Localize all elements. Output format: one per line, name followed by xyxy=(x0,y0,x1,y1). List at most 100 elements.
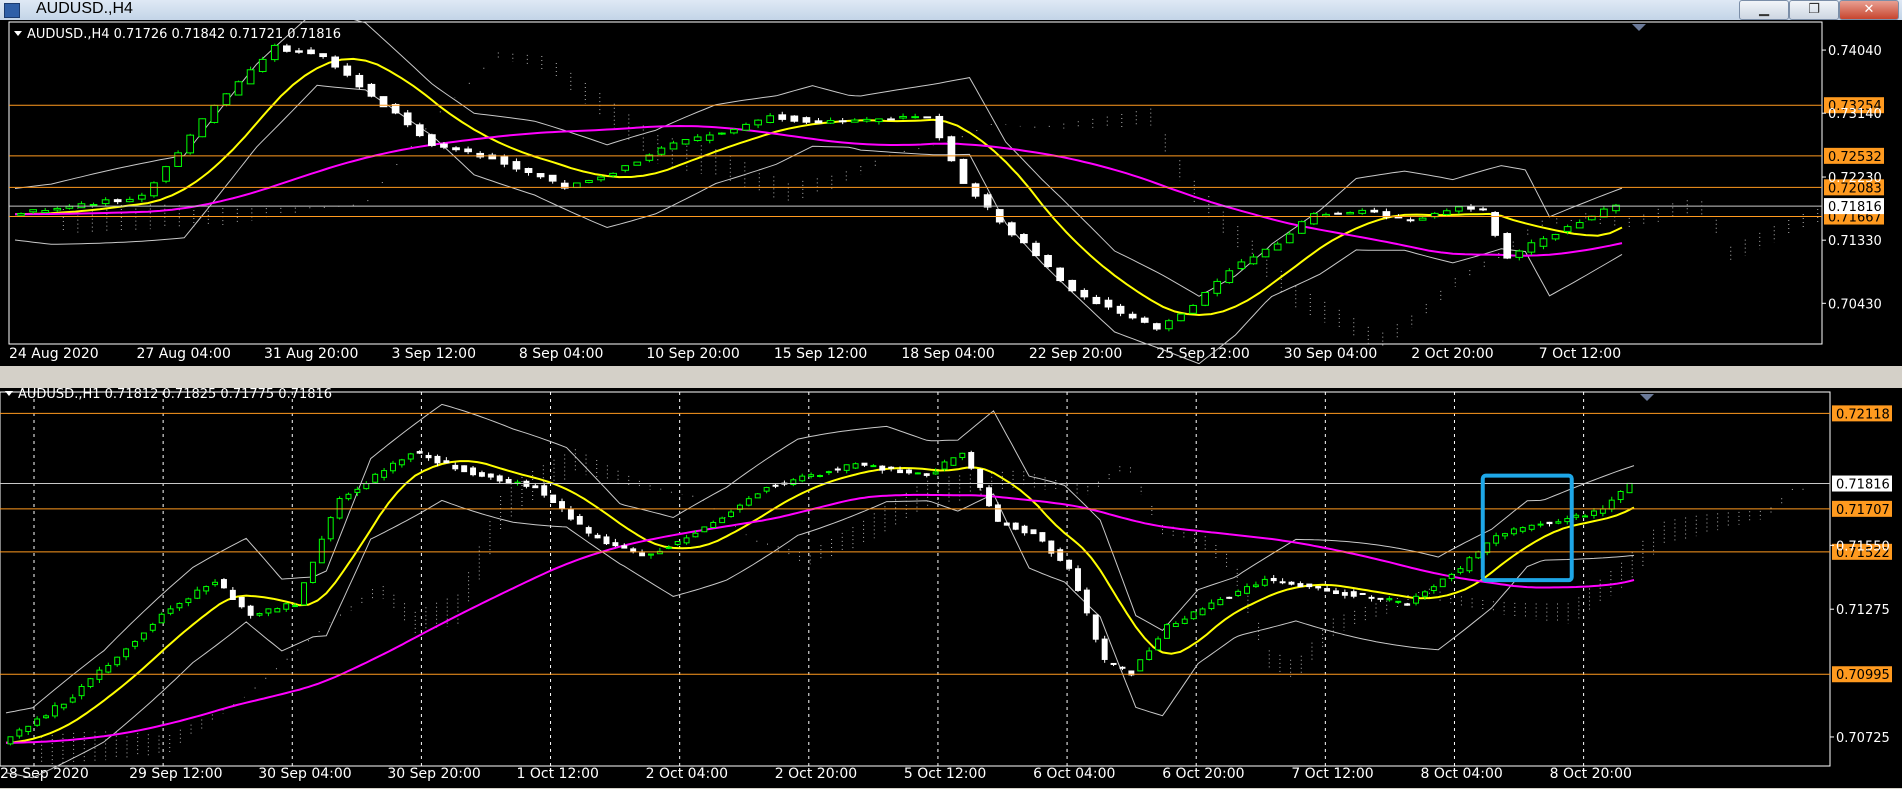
candle-body xyxy=(1484,542,1491,554)
candle-body xyxy=(1626,482,1633,494)
candle-body xyxy=(229,589,236,600)
candle-body xyxy=(186,134,195,154)
candle-body xyxy=(1208,602,1215,610)
candle-body xyxy=(1418,217,1427,221)
candle-body xyxy=(222,93,231,106)
window-titlebar: AUDUSD.,H4 ▁ ❐ ✕ xyxy=(0,0,1902,20)
candle-body xyxy=(234,81,243,96)
candle-body xyxy=(633,161,642,166)
candle-body xyxy=(318,538,325,564)
level-label: 0.72118 xyxy=(1836,407,1890,422)
candle-body xyxy=(78,685,85,697)
candle-body xyxy=(585,527,592,534)
candle-body xyxy=(1564,518,1571,523)
candle-body xyxy=(950,457,957,466)
candle-body xyxy=(1346,211,1354,215)
candle-body xyxy=(1057,549,1064,561)
candle-body xyxy=(1306,583,1313,588)
x-axis-label: 30 Sep 20:00 xyxy=(387,766,480,782)
candle-body xyxy=(1172,623,1179,627)
chart-pane-h4: 24 Aug 2020 27 Aug 04:00 31 Aug 20:00 3 Sep… xyxy=(0,20,1902,366)
candle-body xyxy=(220,579,227,589)
candle-body xyxy=(1519,527,1526,532)
candle-body xyxy=(140,632,147,640)
candle-body xyxy=(1244,586,1250,594)
candle-body xyxy=(65,205,74,209)
candle-body xyxy=(403,112,412,126)
candle-body xyxy=(923,473,930,476)
candle-body xyxy=(1439,578,1446,588)
candle-body xyxy=(327,517,334,540)
candle-body xyxy=(674,540,681,545)
current-price-label: 0.71816 xyxy=(1828,200,1882,215)
candle-body xyxy=(1110,662,1117,665)
candle-body xyxy=(728,511,735,518)
candle-body xyxy=(464,148,472,153)
candle-body xyxy=(25,725,32,733)
candle-body xyxy=(425,454,432,459)
chart-area[interactable]: 24 Aug 2020 27 Aug 04:00 31 Aug 20:00 3 Sep… xyxy=(0,20,1902,789)
candle-body xyxy=(1177,313,1185,322)
candle-body xyxy=(1075,568,1081,591)
candle-body xyxy=(621,165,630,171)
candle-body xyxy=(43,715,49,719)
candle-body xyxy=(1527,242,1536,253)
candle-body xyxy=(132,641,138,647)
candle-body xyxy=(1455,206,1463,212)
candle-body xyxy=(381,470,388,478)
x-axis-label: 5 Oct 12:00 xyxy=(904,766,986,782)
candle-body xyxy=(814,120,823,124)
candle-body xyxy=(693,136,702,142)
candle-body xyxy=(995,209,1004,223)
candle-body xyxy=(51,705,58,717)
candle-body xyxy=(986,487,992,507)
candle-body xyxy=(212,581,219,586)
candle-body xyxy=(1155,638,1162,651)
candle-body xyxy=(567,509,574,520)
candle-body xyxy=(476,152,485,158)
candle-body xyxy=(710,521,717,528)
candle-body xyxy=(1600,208,1608,218)
candle-body xyxy=(959,158,968,184)
pane-background xyxy=(0,20,1902,366)
candle-body xyxy=(256,613,263,616)
candle-body xyxy=(1421,591,1428,597)
chart-header-label: AUDUSD.,H1 0.71812 0.71825 0.71775 0.718… xyxy=(18,387,332,402)
candle-body xyxy=(536,173,545,178)
close-button[interactable]: ✕ xyxy=(1839,0,1899,20)
candle-body xyxy=(96,669,103,680)
candle-body xyxy=(114,656,121,666)
candle-body xyxy=(879,465,886,471)
candle-body xyxy=(500,156,509,165)
maximize-button[interactable]: ❐ xyxy=(1789,0,1839,20)
candle-body xyxy=(1350,591,1357,597)
candle-body xyxy=(292,605,299,608)
candle-body xyxy=(1261,248,1270,258)
candle-body xyxy=(1104,299,1113,308)
minimize-button[interactable]: ▁ xyxy=(1739,0,1789,20)
candle-body xyxy=(53,207,62,211)
candle-body xyxy=(428,134,436,146)
candle-body xyxy=(850,119,859,123)
candle-body xyxy=(391,103,400,114)
candle-body xyxy=(1190,611,1197,620)
candle-body xyxy=(941,461,948,470)
candle-body xyxy=(692,532,699,538)
x-axis-label: 31 Aug 20:00 xyxy=(264,346,358,362)
x-axis-label: 3 Sep 12:00 xyxy=(391,346,476,362)
candle-body xyxy=(621,545,628,549)
candle-body xyxy=(440,143,448,148)
candle-body xyxy=(887,118,895,121)
candle-body xyxy=(914,472,921,475)
candle-body xyxy=(825,471,832,474)
x-axis-label: 7 Oct 12:00 xyxy=(1291,766,1373,782)
candle-body xyxy=(1515,250,1524,258)
x-axis-label: 8 Sep 04:00 xyxy=(519,346,604,362)
candle-body xyxy=(905,469,912,474)
candle-body xyxy=(210,104,219,123)
candle-body xyxy=(1537,523,1544,526)
candle-body xyxy=(870,465,877,468)
candle-body xyxy=(745,498,752,506)
candle-body xyxy=(1066,559,1073,569)
candle-body xyxy=(1101,638,1108,660)
